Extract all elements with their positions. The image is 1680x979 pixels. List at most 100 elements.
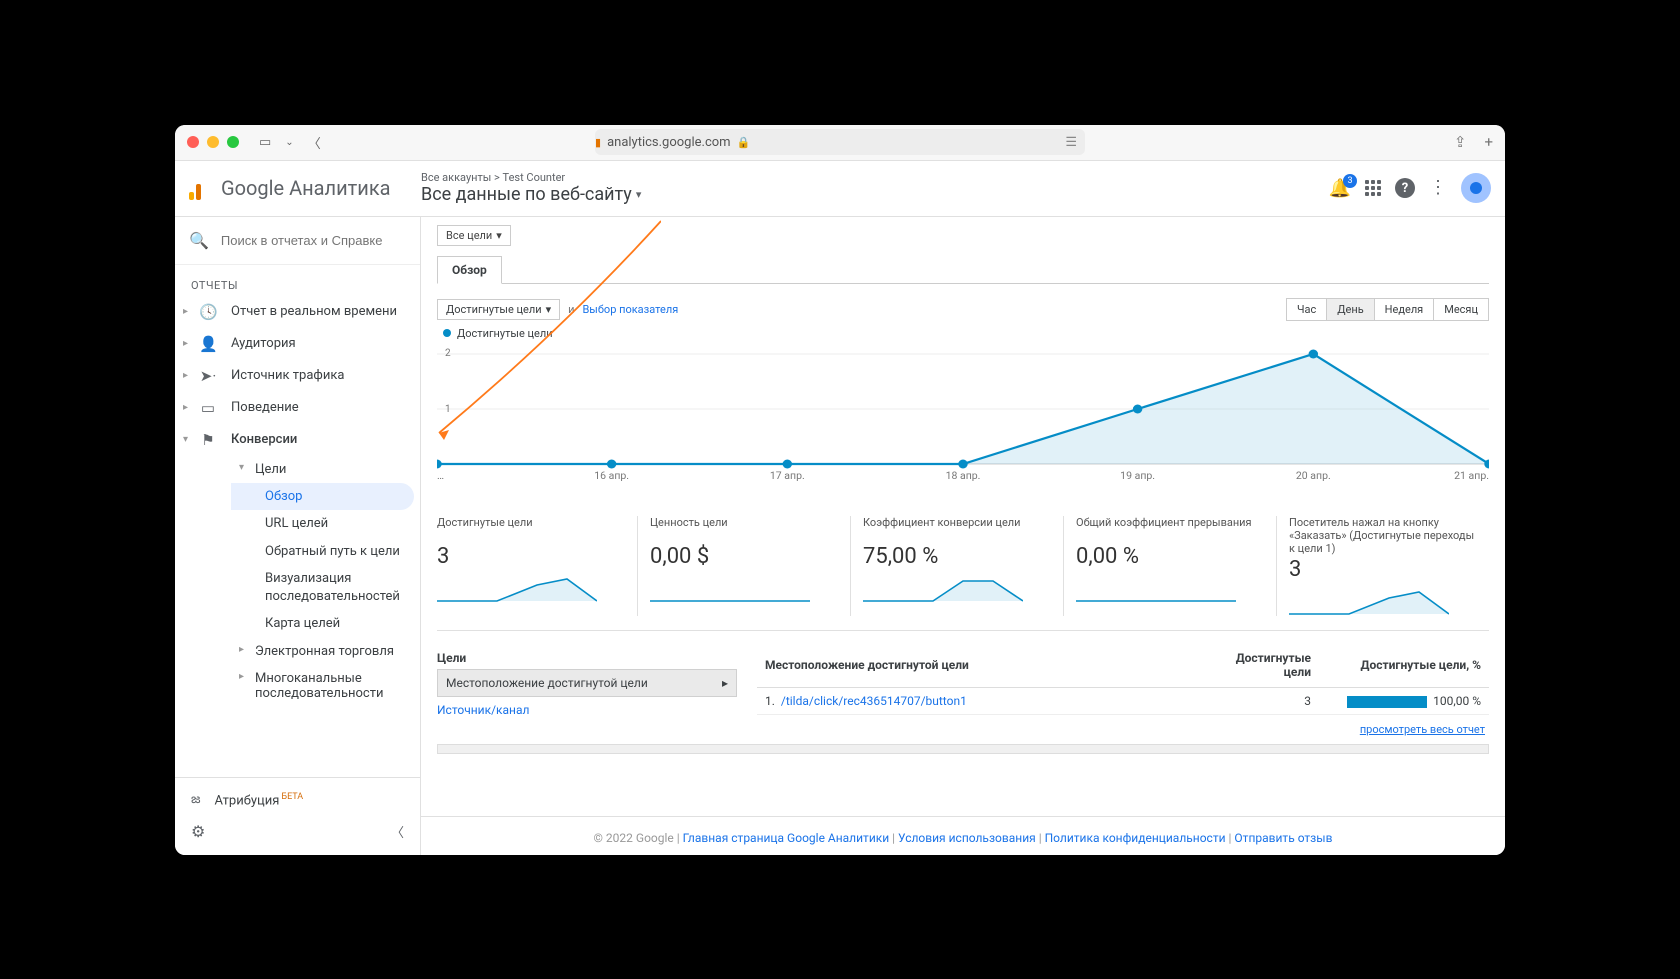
card-goal1[interactable]: Посетитель нажал на кнопку «Заказать» (Д… [1289,516,1489,617]
sidebar-item-acquisition[interactable]: ▸➤·Источник трафика [175,360,420,392]
sidebar-item-goals[interactable]: ▾Цели [231,456,420,483]
sidebar-item-goals-funnel[interactable]: Визуализация последовательностей [231,565,420,610]
close-window-button[interactable] [187,136,199,148]
svg-text:…: … [437,469,444,482]
sidebar-item-conversions[interactable]: ▾Конверсии [175,424,420,456]
period-selector: Час День Неделя Месяц [1287,298,1489,321]
compare-conjunction: и [568,303,574,316]
sidebar-label: Многоканальные последовательности [255,671,383,701]
ytick-1: 1 [445,404,451,415]
breadcrumb[interactable]: Все аккаунты > Test Counter [421,171,1329,184]
sidebar-item-audience[interactable]: ▸👤Аудитория [175,328,420,360]
sidebar-item-attribution[interactable]: జАтрибуцияБЕТА [175,786,420,816]
view-selector[interactable]: Все данные по веб-сайту ▾ [421,184,1329,205]
lock-icon: 🔒 [737,136,751,149]
apps-icon[interactable] [1365,180,1381,196]
main-chart[interactable]: 2 1 …16 апр.17 апр.18 апр.19 апр.20 апр.… [437,344,1489,494]
sidebar-item-behavior[interactable]: ▸▭Поведение [175,392,420,424]
period-month[interactable]: Месяц [1433,298,1489,321]
svg-text:19 апр.: 19 апр. [1120,469,1155,482]
sidebar-label: Цели [255,462,286,477]
legend-dot-icon [443,329,451,337]
chevron-down-icon: ▾ [546,303,552,316]
footer-link-home[interactable]: Главная страница Google Аналитики [683,831,889,845]
chevron-down-icon: ▾ [496,229,502,242]
search-input[interactable] [221,233,406,248]
sidebar-item-goals-overview[interactable]: Обзор [231,483,414,511]
footer-link-privacy[interactable]: Политика конфиденциальности [1045,831,1226,845]
dim-source-channel[interactable]: Источник/канал [437,697,737,723]
url-bar[interactable]: ▮ analytics.google.com 🔒 ☰ [595,129,1085,155]
search-icon: 🔍 [189,231,209,250]
sidebar-item-goals-url[interactable]: URL целей [231,510,420,538]
view-full-report-link[interactable]: просмотреть весь отчет [1360,723,1485,736]
logo[interactable]: Google Аналитика [189,176,421,200]
horizontal-scrollbar[interactable] [437,744,1489,754]
period-hour[interactable]: Час [1286,298,1327,321]
minimize-window-button[interactable] [207,136,219,148]
avatar[interactable] [1461,173,1491,203]
sidebar-label: Источник трафика [231,368,344,383]
notifications-button[interactable]: 🔔3 [1329,178,1351,199]
new-tab-icon[interactable]: + [1484,133,1493,151]
metric-label: Достигнутые цели [446,303,542,316]
titlebar-nav: ▭ ⌄ 〈 [259,133,321,152]
sidebar-item-multichannel[interactable]: ▸Многоканальные последовательности [231,665,420,707]
goal-filter-dropdown[interactable]: Все цели ▾ [437,225,511,246]
more-menu-icon[interactable]: ⋮ [1429,179,1447,197]
sidebar-label: Атрибуция [215,794,280,809]
pct-bar [1347,696,1427,708]
notification-badge: 3 [1343,174,1357,188]
metric-cards: Достигнутые цели3 Ценность цели0,00 $ Ко… [437,516,1489,632]
sidebar-item-ecommerce[interactable]: ▸Электронная торговля [231,638,420,665]
traffic-lights [187,136,239,148]
card-goal-value[interactable]: Ценность цели0,00 $ [650,516,851,617]
card-conversion-rate[interactable]: Коэффициент конверсии цели75,00 % [863,516,1064,617]
chevron-right-icon: ▸ [722,676,728,690]
footer-link-feedback[interactable]: Отправить отзыв [1234,831,1332,845]
product-name: Google Аналитика [221,176,391,200]
sidebar-item-realtime[interactable]: ▸🕓Отчет в реальном времени [175,296,420,328]
reader-icon[interactable]: ☰ [1065,135,1077,150]
dim-goal-location[interactable]: Местоположение достигнутой цели▸ [437,669,737,697]
sidebar-toggle-icon[interactable]: ▭ [259,135,271,150]
sidebar-label: Аудитория [231,336,296,351]
col-pct[interactable]: Достигнутые цели, % [1319,647,1489,688]
svg-text:17 апр.: 17 апр. [770,469,805,482]
svg-text:21 апр.: 21 апр. [1454,469,1489,482]
period-day[interactable]: День [1326,298,1374,321]
dropdown-chevron-icon[interactable]: ⌄ [285,137,293,148]
share-icon[interactable]: ⇪ [1454,133,1467,151]
help-icon[interactable]: ? [1395,178,1415,198]
collapse-sidebar-icon[interactable]: 〈 [391,822,404,841]
period-week[interactable]: Неделя [1374,298,1435,321]
view-title-text: Все данные по веб-сайту [421,184,632,205]
footer-link-terms[interactable]: Условия использования [898,831,1036,845]
chevron-down-icon: ▾ [636,188,642,201]
table-row[interactable]: 1. /tilda/click/rec436514707/button1 3 1… [757,688,1489,715]
col-location[interactable]: Местоположение достигнутой цели [757,647,1199,688]
metric-selector[interactable]: Достигнутые цели ▾ [437,299,560,320]
col-goals[interactable]: Достигнутые цели [1199,647,1319,688]
clock-icon: 🕓 [199,303,217,321]
card-abandon-rate[interactable]: Общий коэффициент прерывания0,00 % [1076,516,1277,617]
sidebar: 🔍 ОТЧЕТЫ ▸🕓Отчет в реальном времени ▸👤Ау… [175,217,421,855]
choose-metric-link[interactable]: Выбор показателя [582,303,678,316]
filter-label: Все цели [446,229,492,242]
gear-icon[interactable]: ⚙ [191,822,205,841]
svg-text:18 апр.: 18 апр. [946,469,981,482]
goal-url-link[interactable]: /tilda/click/rec436514707/button1 [781,694,967,708]
maximize-window-button[interactable] [227,136,239,148]
app-root: Google Аналитика Все аккаунты > Test Cou… [175,161,1505,855]
tab-overview[interactable]: Обзор [437,256,502,284]
back-button-icon[interactable]: 〈 [308,133,321,152]
behavior-icon: ▭ [199,399,217,417]
reports-section-label: ОТЧЕТЫ [175,275,420,296]
card-goals[interactable]: Достигнутые цели3 [437,516,638,617]
sidebar-item-goals-reverse[interactable]: Обратный путь к цели [231,538,420,566]
ga-logo-icon [189,176,211,200]
app-header: Google Аналитика Все аккаунты > Test Cou… [175,161,1505,217]
dimension-panel: Цели Местоположение достигнутой цели▸ Ис… [437,647,737,744]
sidebar-item-goals-flow[interactable]: Карта целей [231,610,420,638]
browser-titlebar: ▭ ⌄ 〈 ▮ analytics.google.com 🔒 ☰ ⇪ + [175,125,1505,161]
